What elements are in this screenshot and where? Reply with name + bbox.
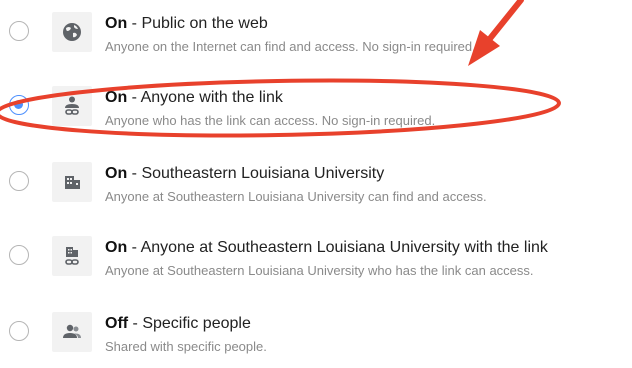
- radio-specific-people[interactable]: [9, 321, 29, 341]
- radio-anyone-with-link[interactable]: [9, 95, 29, 115]
- sharing-option-anyone-with-link[interactable]: On - Anyone with the link Anyone who has…: [0, 82, 632, 142]
- option-title: Anyone at Southeastern Louisiana Univers…: [140, 239, 548, 256]
- people-icon: [52, 312, 92, 352]
- sharing-option-organization-with-link[interactable]: On - Anyone at Southeastern Louisiana Un…: [0, 232, 632, 292]
- globe-icon: [52, 12, 92, 52]
- option-separator: -: [127, 165, 142, 182]
- option-description: Anyone at Southeastern Louisiana Univers…: [105, 263, 534, 278]
- option-label: On - Anyone with the link: [105, 88, 283, 108]
- option-description: Anyone at Southeastern Louisiana Univers…: [105, 189, 487, 204]
- option-description: Shared with specific people.: [105, 339, 267, 354]
- option-description: Anyone on the Internet can find and acce…: [105, 39, 476, 54]
- option-title: Specific people: [142, 315, 251, 332]
- option-separator: -: [128, 315, 143, 332]
- radio-public[interactable]: [9, 21, 29, 41]
- person-link-icon: [52, 86, 92, 126]
- option-status: On: [105, 239, 128, 256]
- option-status: Off: [105, 315, 129, 332]
- option-description: Anyone who has the link can access. No s…: [105, 113, 436, 128]
- option-status: On: [105, 15, 128, 32]
- option-label: On - Anyone at Southeastern Louisiana Un…: [105, 238, 548, 258]
- option-separator: -: [127, 89, 141, 106]
- radio-organization[interactable]: [9, 171, 29, 191]
- option-status: On: [105, 165, 128, 182]
- building-link-icon: [52, 236, 92, 276]
- option-label: On - Public on the web: [105, 14, 268, 34]
- sharing-option-public[interactable]: On - Public on the web Anyone on the Int…: [0, 8, 632, 68]
- option-separator: -: [127, 15, 142, 32]
- building-icon: [52, 162, 92, 202]
- option-label: On - Southeastern Louisiana University: [105, 164, 384, 184]
- option-title: Public on the web: [141, 15, 268, 32]
- sharing-option-organization[interactable]: On - Southeastern Louisiana University A…: [0, 158, 632, 218]
- option-title: Southeastern Louisiana University: [141, 165, 385, 182]
- option-status: On: [105, 89, 128, 106]
- radio-organization-with-link[interactable]: [9, 245, 29, 265]
- sharing-option-specific-people[interactable]: Off - Specific people Shared with specif…: [0, 308, 632, 368]
- option-separator: -: [127, 239, 141, 256]
- option-label: Off - Specific people: [105, 314, 251, 334]
- option-title: Anyone with the link: [140, 89, 283, 106]
